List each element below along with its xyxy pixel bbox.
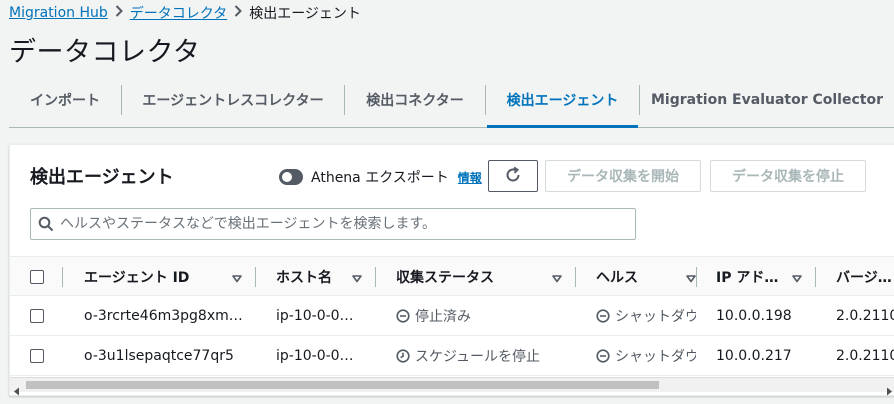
agent-id-cell: o-3u1lsepaqtce77qr5 <box>84 347 234 364</box>
column-hostname-label: ホスト名 <box>276 269 332 286</box>
tab-discovery-connector[interactable]: 検出コネクター <box>345 72 485 127</box>
search-icon <box>38 216 54 232</box>
athena-export-toggle-group: Athena エクスポート 情報 <box>279 167 482 187</box>
caret-down-icon <box>686 271 696 287</box>
collection-status-cell: 停止済み <box>396 296 574 335</box>
start-data-collection-button[interactable]: データ収集を開始 <box>545 160 701 192</box>
column-divider <box>375 267 376 287</box>
breadcrumb-migration-hub[interactable]: Migration Hub <box>9 5 108 21</box>
version-cell: 2.0.2110 <box>836 347 894 364</box>
tab-divider <box>485 85 486 115</box>
stop-circle-icon <box>396 308 410 323</box>
tab-discovery-agent[interactable]: 検出エージェント <box>487 72 638 128</box>
health-text: シャットダウン <box>615 348 696 365</box>
column-agent-id[interactable]: エージェント ID <box>84 257 242 296</box>
hostname-cell: ip-10-0-0… <box>276 307 354 324</box>
info-link[interactable]: 情報 <box>458 169 482 186</box>
column-divider <box>62 267 63 287</box>
athena-export-label: Athena エクスポート <box>311 170 449 186</box>
tab-migration-evaluator-collector[interactable]: Migration Evaluator Collector <box>640 72 894 127</box>
collection-status-cell: スケジュールを停止 <box>396 336 574 375</box>
column-hostname[interactable]: ホスト名 <box>276 257 362 296</box>
agents-table: エージェント ID ホスト名 収集ステータス ヘルス IP アド… バージ… o… <box>10 256 894 380</box>
tab-agentless-collector[interactable]: エージェントレスコレクター <box>122 72 344 127</box>
scrollbar-thumb[interactable] <box>26 381 659 389</box>
search-input[interactable] <box>60 216 620 232</box>
column-collection-status[interactable]: 収集ステータス <box>396 257 562 296</box>
caret-down-icon <box>792 271 802 287</box>
version-cell: 2.0.2110 <box>836 307 894 324</box>
scroll-left-icon[interactable] <box>13 381 23 396</box>
hostname-cell: ip-10-0-0… <box>276 347 354 364</box>
collection-status-text: スケジュールを停止 <box>415 348 541 365</box>
caret-down-icon <box>352 271 362 287</box>
page-title: データコレクタ <box>9 37 201 68</box>
refresh-button[interactable] <box>488 160 538 192</box>
table-row[interactable]: o-3u1lsepaqtce77qr5 ip-10-0-0… スケジュールを停止… <box>10 336 894 376</box>
column-divider <box>696 267 697 287</box>
scroll-right-icon[interactable] <box>885 381 894 396</box>
athena-export-toggle[interactable] <box>279 169 303 185</box>
ip-address-cell: 10.0.0.217 <box>716 347 792 364</box>
column-ip-address[interactable]: IP アド… <box>716 257 802 296</box>
stop-circle-icon <box>596 308 610 323</box>
caret-down-icon <box>552 271 562 287</box>
breadcrumb: Migration Hub データコレクタ 検出エージェント <box>9 3 361 23</box>
caret-down-icon <box>232 271 242 287</box>
agent-id-cell: o-3rcrte46m3pg8xm… <box>84 307 243 324</box>
ip-address-cell: 10.0.0.198 <box>716 307 792 324</box>
horizontal-scrollbar[interactable] <box>10 377 894 396</box>
column-ip-address-label: IP アド… <box>716 269 779 286</box>
chevron-right-icon <box>108 5 130 21</box>
column-version-label: バージ… <box>836 269 892 286</box>
discovery-agents-panel: 検出エージェント Athena エクスポート 情報 データ収集を開始 データ収集… <box>9 144 894 396</box>
column-collection-status-label: 収集ステータス <box>396 269 494 286</box>
panel-title: 検出エージェント <box>30 167 174 188</box>
search-box <box>30 208 636 240</box>
stop-circle-icon <box>596 348 610 363</box>
row-select-cell <box>30 336 50 375</box>
tab-import[interactable]: インポート <box>9 72 121 127</box>
column-version[interactable]: バージ… <box>836 257 894 296</box>
select-all-cell <box>30 257 50 296</box>
stop-data-collection-button[interactable]: データ収集を停止 <box>710 160 866 192</box>
table-row[interactable]: o-3rcrte46m3pg8xm… ip-10-0-0… 停止済み シャットダ… <box>10 296 894 336</box>
breadcrumb-current: 検出エージェント <box>249 6 361 22</box>
health-cell: シャットダウン <box>596 336 696 375</box>
select-all-checkbox[interactable] <box>30 269 44 284</box>
health-cell: シャットダウン <box>596 296 696 335</box>
health-text: シャットダウン <box>615 308 696 325</box>
breadcrumb-data-collector[interactable]: データコレクタ <box>130 3 227 23</box>
row-select-cell <box>30 296 50 335</box>
row-checkbox[interactable] <box>30 348 44 363</box>
row-checkbox[interactable] <box>30 308 44 323</box>
column-divider <box>575 267 576 287</box>
toggle-knob <box>282 172 292 182</box>
refresh-icon <box>504 166 522 187</box>
column-divider <box>255 267 256 287</box>
collection-status-text: 停止済み <box>415 308 471 325</box>
column-health[interactable]: ヘルス <box>596 257 696 296</box>
table-header: エージェント ID ホスト名 収集ステータス ヘルス IP アド… バージ… <box>10 256 894 296</box>
tab-bar: インポート エージェントレスコレクター 検出コネクター 検出エージェント Mig… <box>9 72 894 128</box>
clock-icon <box>396 348 410 363</box>
chevron-right-icon <box>227 5 249 21</box>
column-agent-id-label: エージェント ID <box>84 269 190 286</box>
column-health-label: ヘルス <box>596 269 638 286</box>
column-divider <box>815 267 816 287</box>
